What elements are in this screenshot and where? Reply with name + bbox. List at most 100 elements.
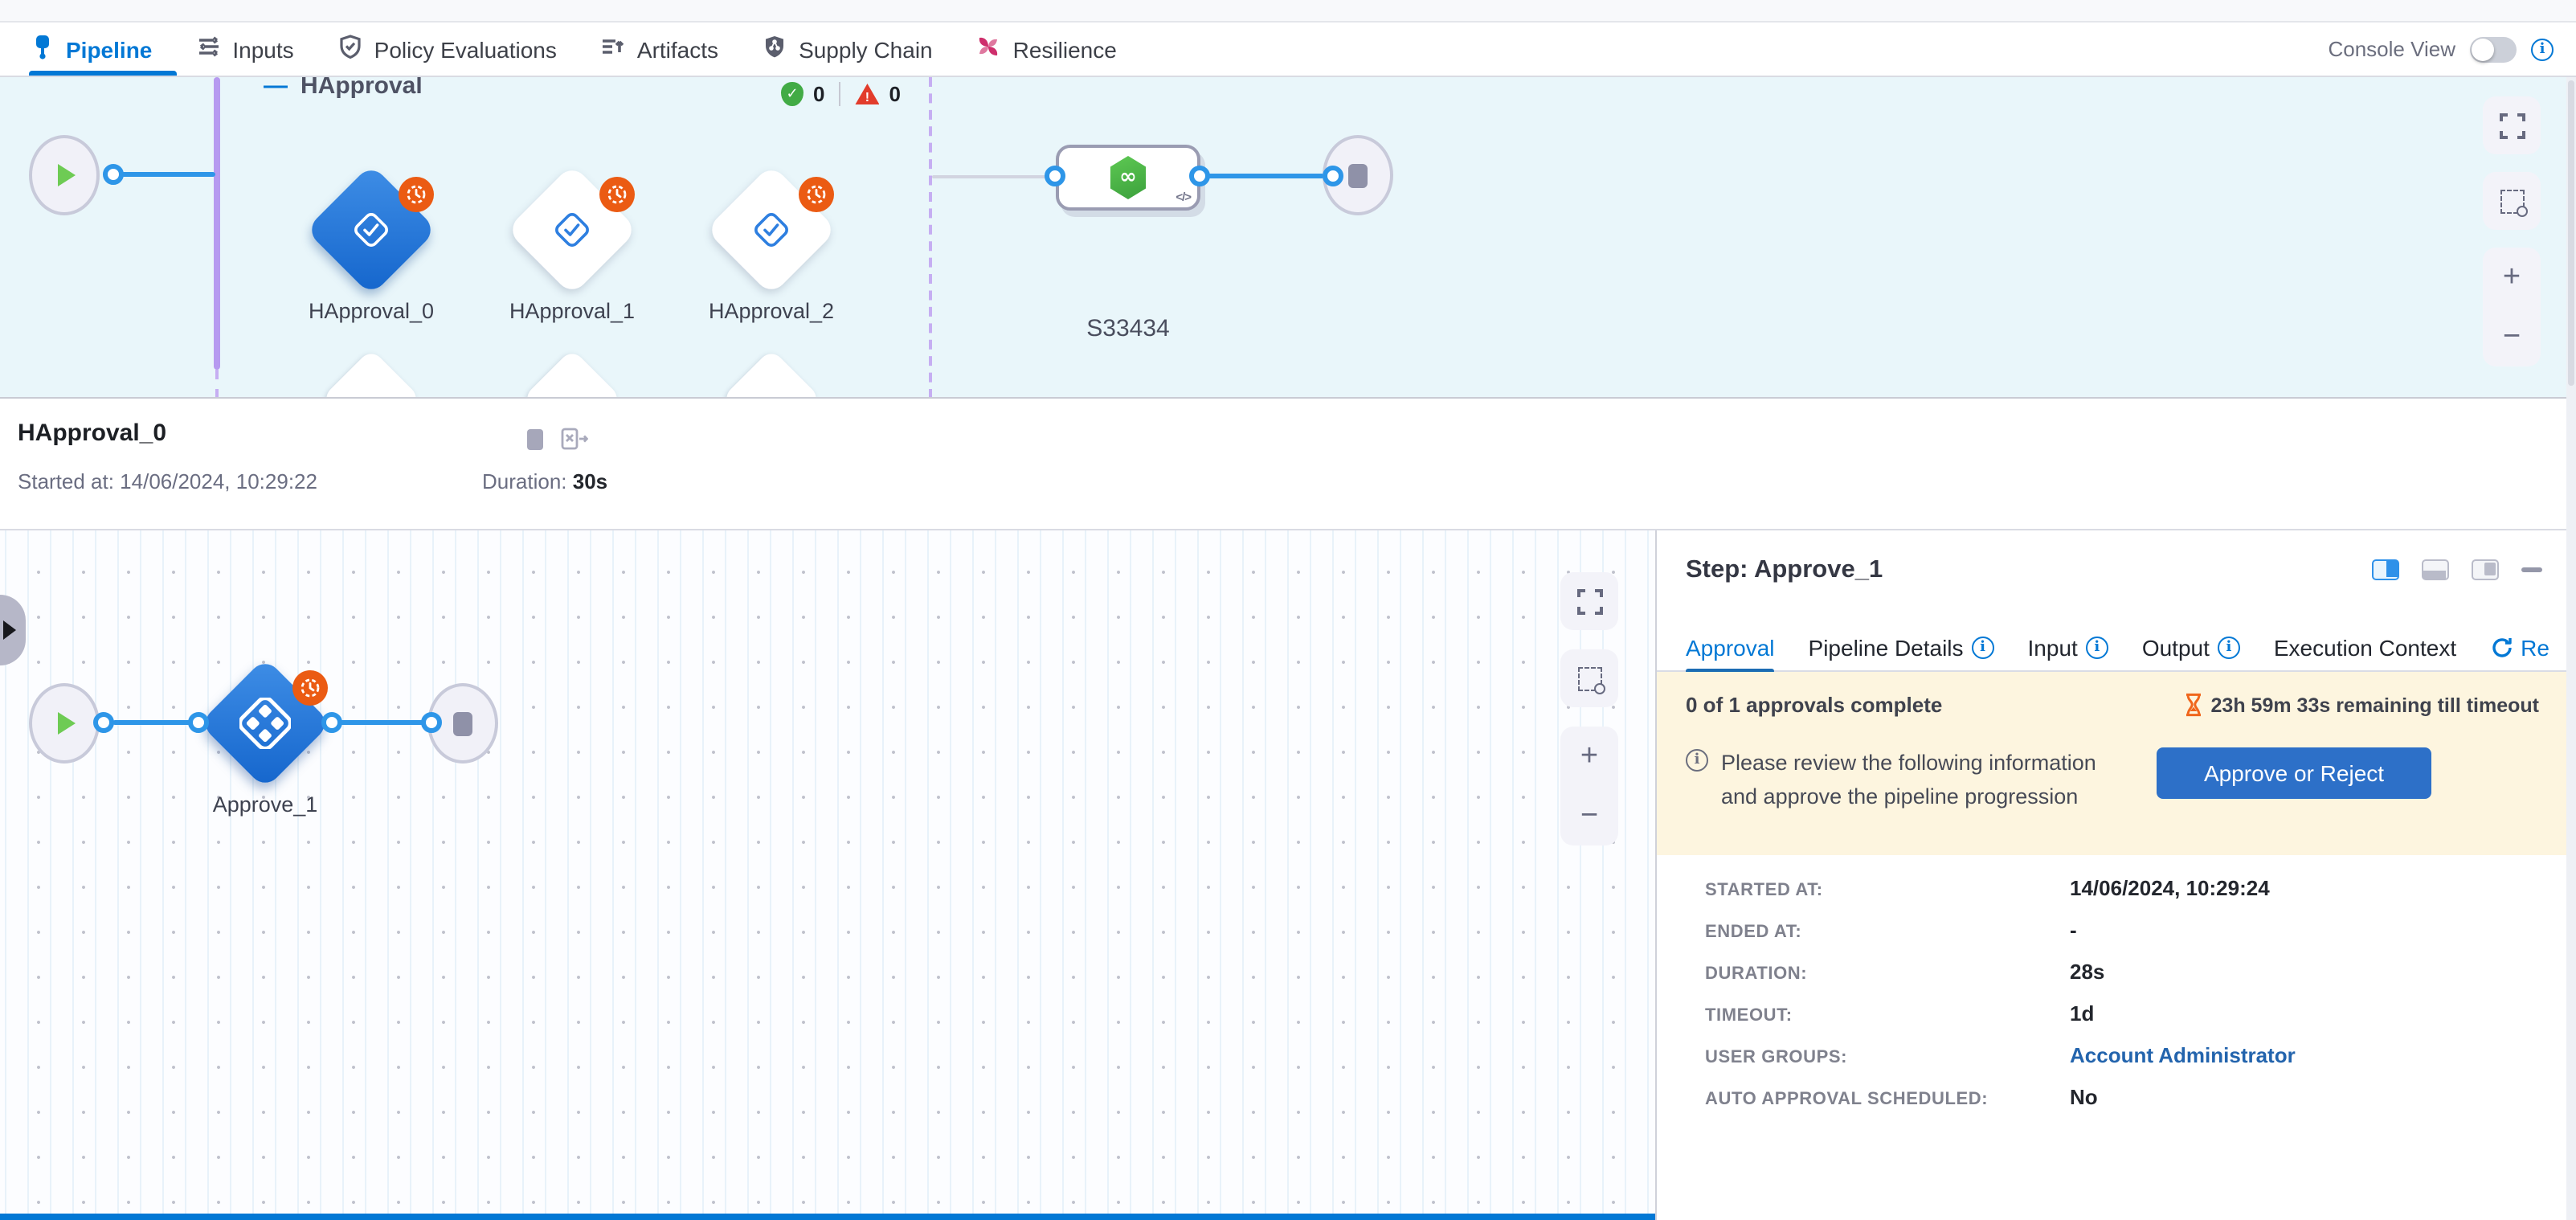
marquee-icon bbox=[2500, 189, 2524, 213]
tab-supply-chain[interactable]: Supply Chain bbox=[762, 22, 933, 76]
step-port-out bbox=[321, 712, 342, 733]
stage-collapse-icon[interactable]: — bbox=[264, 77, 288, 98]
info-icon[interactable]: i bbox=[2218, 636, 2240, 658]
step-label: Approve_1 bbox=[177, 792, 354, 817]
stage-boundary-left bbox=[214, 77, 220, 370]
timer-badge-icon bbox=[292, 670, 328, 706]
tab-artifacts[interactable]: Artifacts bbox=[600, 22, 718, 76]
stage-name[interactable]: HApproval bbox=[301, 77, 423, 100]
panel-tab-approval[interactable]: Approval bbox=[1686, 623, 1775, 671]
pipeline-icon bbox=[29, 34, 55, 64]
summary-started-at: Started at: 14/06/2024, 10:29:22 bbox=[18, 469, 317, 493]
approval-barrier-icon bbox=[239, 698, 291, 749]
clipped-step-node bbox=[321, 349, 421, 399]
info-icon[interactable]: i bbox=[2086, 636, 2108, 658]
summary-duration: Duration: 30s bbox=[482, 469, 607, 493]
timer-badge-icon bbox=[799, 177, 834, 212]
status-square-icon bbox=[527, 428, 543, 449]
stop-icon bbox=[1348, 163, 1368, 187]
shield-check-icon bbox=[337, 34, 363, 64]
marquee-select-button[interactable] bbox=[2483, 172, 2541, 230]
top-strip bbox=[0, 0, 2576, 23]
inputs-icon bbox=[195, 34, 221, 64]
info-icon: i bbox=[1686, 749, 1708, 772]
zoom-out-button[interactable]: − bbox=[2503, 321, 2521, 352]
tab-label: Supply Chain bbox=[799, 36, 933, 62]
console-view-toggle[interactable] bbox=[2470, 36, 2517, 62]
harness-step-icon: ∞ bbox=[1109, 156, 1147, 199]
approve-or-reject-button[interactable]: Approve or Reject bbox=[2157, 747, 2431, 799]
scrollbar-thumb[interactable] bbox=[2568, 80, 2574, 386]
zoom-out-button[interactable]: − bbox=[1580, 800, 1598, 831]
play-icon bbox=[58, 712, 76, 735]
chaos-pinwheel-icon bbox=[976, 34, 1002, 64]
layout-right-split-icon[interactable] bbox=[2372, 559, 2399, 580]
pipeline-start-node bbox=[29, 135, 100, 215]
timer-badge-icon bbox=[399, 177, 434, 212]
approval-progress: 0 of 1 approvals complete bbox=[1686, 693, 1942, 717]
console-view-info-icon[interactable]: i bbox=[2531, 38, 2554, 60]
toggle-knob bbox=[2472, 38, 2494, 60]
tab-label: Policy Evaluations bbox=[374, 36, 557, 62]
stage-graph-canvas[interactable]: — HApproval ✓ 0 ! 0 HApproval_0 HApprova bbox=[0, 77, 2566, 399]
approval-details-list: STARTED AT: 14/06/2024, 10:29:24 ENDED A… bbox=[1705, 876, 2541, 1127]
panel-tab-output[interactable]: Outputi bbox=[2142, 623, 2240, 671]
skip-step-icon bbox=[561, 426, 588, 452]
tab-pipeline[interactable]: Pipeline bbox=[29, 22, 152, 76]
step-label: HApproval_1 bbox=[484, 299, 660, 323]
panel-tab-input[interactable]: Inputi bbox=[2028, 623, 2108, 671]
info-icon[interactable]: i bbox=[1972, 636, 1994, 658]
step-node-s33434[interactable]: ∞ </> bbox=[1056, 145, 1200, 211]
step-port-in bbox=[188, 712, 209, 733]
detail-row-user-groups: USER GROUPS: Account Administrator bbox=[1705, 1043, 2541, 1067]
user-group-link[interactable]: Account Administrator bbox=[2070, 1043, 2296, 1067]
horizontal-scrollbar[interactable] bbox=[0, 1214, 1657, 1220]
approval-step-icon bbox=[750, 209, 792, 251]
zoom-in-button[interactable]: + bbox=[1580, 741, 1598, 772]
detail-row-auto-approval: AUTO APPROVAL SCHEDULED: No bbox=[1705, 1085, 2541, 1109]
fullscreen-icon bbox=[2498, 112, 2525, 139]
step-port-in bbox=[1045, 166, 1065, 186]
step-label: HApproval_0 bbox=[283, 299, 460, 323]
hourglass-icon bbox=[2184, 693, 2203, 717]
clipped-step-node bbox=[722, 349, 821, 399]
stage-boundary-right bbox=[929, 77, 932, 399]
shield-network-icon bbox=[762, 34, 787, 64]
start-node bbox=[29, 683, 100, 764]
tab-inputs[interactable]: Inputs bbox=[195, 22, 293, 76]
fit-to-screen-button[interactable] bbox=[1560, 572, 1618, 630]
timeout-remaining: 23h 59m 33s remaining till timeout bbox=[2184, 693, 2539, 717]
vertical-scrollbar[interactable] bbox=[2566, 77, 2576, 1220]
layout-bottom-split-icon[interactable] bbox=[2422, 559, 2449, 580]
panel-title: Step: Approve_1 bbox=[1686, 556, 1883, 585]
edge-step-end bbox=[339, 720, 429, 725]
step-graph-canvas[interactable]: Approve_1 + − bbox=[0, 530, 1655, 1220]
success-count: 0 bbox=[813, 82, 824, 106]
code-icon: </> bbox=[1176, 190, 1191, 204]
tab-policy-evaluations[interactable]: Policy Evaluations bbox=[337, 22, 557, 76]
detail-row-started-at: STARTED AT: 14/06/2024, 10:29:24 bbox=[1705, 876, 2541, 900]
layout-right-panel-icon[interactable] bbox=[2472, 559, 2499, 580]
panel-tab-bar: Approval Pipeline Detailsi Inputi Output… bbox=[1657, 624, 2568, 672]
fit-to-screen-button[interactable] bbox=[2483, 96, 2541, 154]
tab-label: Artifacts bbox=[637, 36, 718, 62]
panel-tab-execution-context[interactable]: Execution Context bbox=[2274, 623, 2456, 671]
end-port bbox=[1323, 166, 1343, 186]
badge-divider bbox=[839, 82, 840, 106]
zoom-in-button[interactable]: + bbox=[2503, 262, 2521, 293]
timer-badge-icon bbox=[599, 177, 635, 212]
tab-resilience[interactable]: Resilience bbox=[976, 22, 1117, 76]
active-tab-underline bbox=[29, 71, 177, 76]
panel-tab-pipeline-details[interactable]: Pipeline Detailsi bbox=[1809, 623, 1994, 671]
expand-arrow-icon bbox=[3, 620, 16, 640]
detail-row-duration: DURATION: 28s bbox=[1705, 960, 2541, 984]
start-port bbox=[93, 712, 114, 733]
marquee-select-button[interactable] bbox=[1560, 649, 1618, 707]
approval-message: Please review the following information … bbox=[1721, 747, 2155, 815]
start-port bbox=[103, 164, 124, 185]
minimize-panel-icon[interactable] bbox=[2521, 568, 2542, 572]
edge-boundary-step bbox=[932, 175, 1056, 178]
clipped-step-node bbox=[522, 349, 622, 399]
refresh-button[interactable]: Re bbox=[2490, 623, 2549, 671]
stage-boundary-left-dashed bbox=[215, 370, 219, 399]
